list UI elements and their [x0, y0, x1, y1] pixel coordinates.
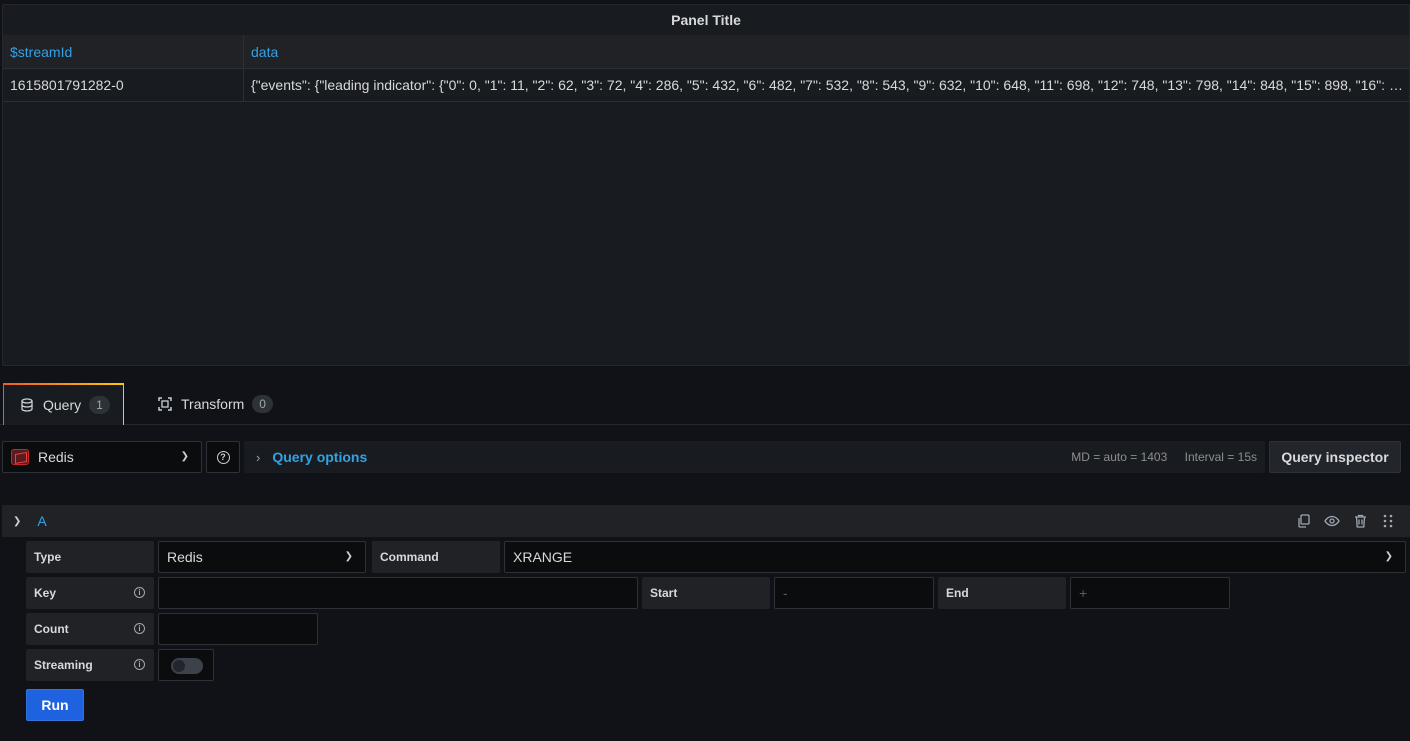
type-select[interactable]: Redis ❯ — [158, 541, 366, 573]
database-icon — [20, 398, 34, 412]
editor-tabs: Query 1 Transform 0 — [0, 383, 1410, 425]
query-ref-id: A — [37, 513, 47, 529]
start-input[interactable]: - — [774, 577, 934, 609]
column-header-data[interactable]: data — [244, 35, 1409, 68]
command-select[interactable]: XRANGE ❯ — [504, 541, 1406, 573]
cell-data: {"events": {"leading indicator": {"0": 0… — [251, 77, 1409, 93]
transform-icon — [158, 397, 172, 411]
tab-query-count: 1 — [89, 396, 110, 414]
count-label: Count i — [26, 613, 154, 645]
end-label-text: End — [946, 586, 969, 600]
help-button[interactable]: ? — [206, 441, 240, 473]
streaming-label: Streaming i — [26, 649, 154, 681]
start-label: Start — [642, 577, 770, 609]
tab-transform-count: 0 — [252, 395, 273, 413]
type-label-text: Type — [34, 550, 62, 564]
streaming-switch-container — [158, 649, 214, 681]
interval-info: Interval = 15s — [1184, 450, 1257, 464]
info-icon[interactable]: i — [134, 623, 145, 634]
trash-icon[interactable] — [1352, 513, 1368, 529]
start-label-text: Start — [650, 586, 678, 600]
run-button[interactable]: Run — [26, 689, 84, 721]
streaming-label-text: Streaming — [34, 658, 93, 672]
count-input[interactable] — [158, 613, 318, 645]
key-input[interactable] — [158, 577, 638, 609]
info-icon[interactable]: i — [134, 587, 145, 598]
chevron-down-icon: ❯ — [344, 551, 353, 562]
end-label: End — [938, 577, 1066, 609]
question-icon: ? — [216, 450, 230, 464]
column-header-streamid[interactable]: $streamId — [3, 35, 244, 68]
chevron-down-icon: ❯ — [1384, 551, 1393, 562]
command-label: Command — [372, 541, 500, 573]
type-label: Type — [26, 541, 154, 573]
key-label-text: Key — [34, 586, 57, 600]
query-row-actions — [1296, 513, 1396, 529]
query-options-info: MD = auto = 1403 Interval = 15s — [1057, 441, 1257, 473]
command-label-text: Command — [380, 550, 439, 564]
chevron-down-icon: ❯ — [180, 451, 189, 462]
tab-transform[interactable]: Transform 0 — [150, 383, 273, 425]
key-label: Key i — [26, 577, 154, 609]
command-select-value: XRANGE — [513, 549, 573, 565]
tab-transform-label: Transform — [181, 396, 245, 412]
panel: Panel Title $streamId data 1615801791282… — [2, 4, 1410, 366]
datasource-label: Redis — [38, 449, 74, 465]
md-info: MD = auto = 1403 — [1071, 450, 1168, 464]
end-input[interactable]: + — [1070, 577, 1230, 609]
table-row: 1615801791282-0 {"events": {"leading ind… — [3, 69, 1409, 102]
streaming-toggle[interactable] — [171, 658, 203, 674]
panel-title[interactable]: Panel Title — [3, 5, 1409, 35]
duplicate-icon[interactable] — [1296, 513, 1312, 529]
datasource-picker[interactable]: Redis ❯ — [2, 441, 202, 473]
tab-query-label: Query — [43, 397, 82, 413]
query-options[interactable]: › Query options MD = auto = 1403 Interva… — [244, 441, 1265, 473]
table-header: $streamId data — [3, 35, 1409, 69]
cell-streamid: 1615801791282-0 — [3, 69, 244, 101]
collapse-chevron-icon[interactable]: ❯ — [13, 516, 21, 527]
info-icon[interactable]: i — [134, 659, 145, 670]
drag-handle-icon[interactable] — [1380, 513, 1396, 529]
query-row-header[interactable]: ❯ A — [2, 505, 1410, 537]
eye-icon[interactable] — [1324, 513, 1340, 529]
chevron-right-icon: › — [256, 449, 261, 465]
query-inspector-button[interactable]: Query inspector — [1269, 441, 1401, 473]
type-select-value: Redis — [167, 549, 203, 565]
query-options-label: Query options — [272, 449, 368, 465]
count-label-text: Count — [34, 622, 69, 636]
tab-query[interactable]: Query 1 — [3, 383, 124, 425]
redis-logo-icon — [11, 449, 29, 465]
